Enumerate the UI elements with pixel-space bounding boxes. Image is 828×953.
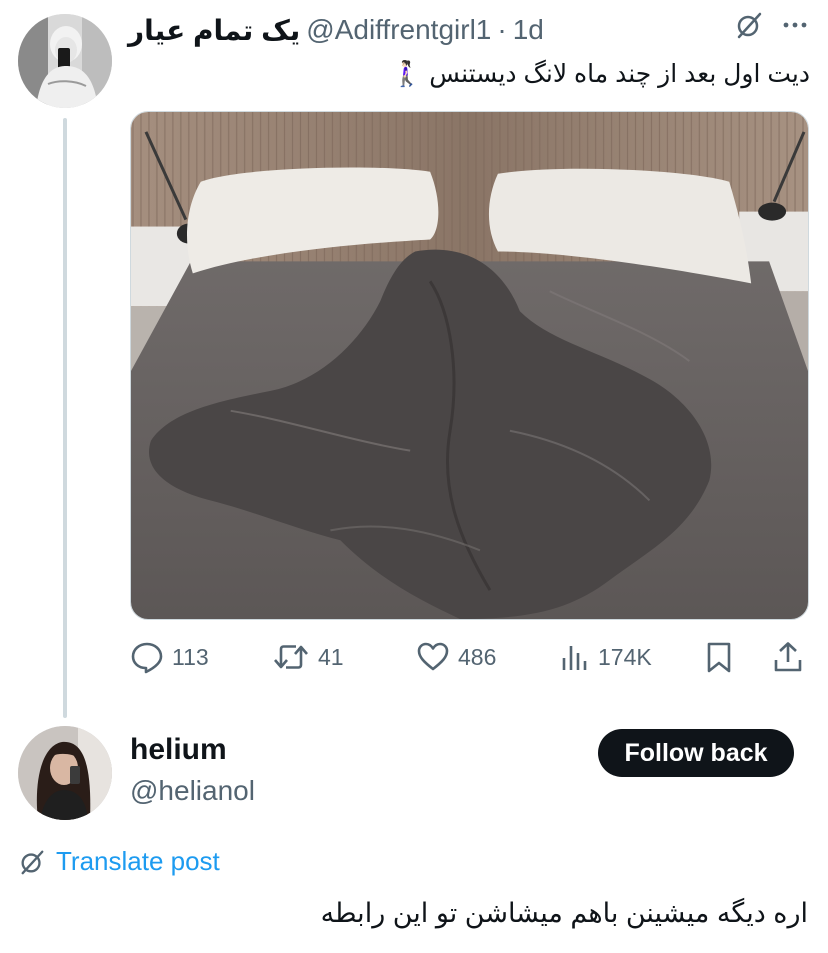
reply-author-avatar[interactable] xyxy=(18,726,112,820)
share-button[interactable] xyxy=(772,636,804,678)
reply-author-handle[interactable]: @helianol xyxy=(130,775,255,807)
reply-icon xyxy=(131,642,163,674)
tweet-header-actions xyxy=(734,10,810,40)
repost-count: 41 xyxy=(318,643,344,670)
repost-icon xyxy=(274,645,308,669)
meta-separator: · xyxy=(497,14,507,45)
tweet-media-photo[interactable] xyxy=(130,111,809,620)
views-button[interactable]: 174K xyxy=(560,636,652,678)
author-avatar[interactable] xyxy=(18,14,112,108)
share-icon xyxy=(774,642,802,672)
repost-button[interactable]: 41 xyxy=(272,636,344,678)
bookmark-button[interactable] xyxy=(704,636,734,678)
tweet-text: دیت اول بعد از چند ماه لانگ دیستنس 🚶🏻‍♀️ xyxy=(391,60,810,88)
like-count: 486 xyxy=(458,643,497,670)
tweet-age[interactable]: 1d xyxy=(513,14,544,46)
follow-back-button[interactable]: Follow back xyxy=(598,729,794,777)
reply-author-name[interactable]: helium xyxy=(130,733,227,767)
grok-icon[interactable] xyxy=(734,10,764,40)
author-avatar-image xyxy=(18,14,112,108)
reply-count: 113 xyxy=(172,643,209,670)
more-icon[interactable] xyxy=(780,10,810,40)
reply-text: اره دیگه میشینن باهم میشاشن تو این رابطه xyxy=(320,898,808,928)
tweet-action-bar: 113 41 486 174K xyxy=(130,636,810,678)
author-display-name[interactable]: یک تمام عیار xyxy=(128,14,300,47)
like-button[interactable]: 486 xyxy=(416,636,496,678)
reply-button[interactable]: 113 xyxy=(130,636,209,678)
thread-connector-line xyxy=(63,118,67,718)
bed-photo-image xyxy=(131,112,808,619)
translate-post-label: Translate post xyxy=(56,846,220,876)
author-handle[interactable]: @Adiffrentgirl1 xyxy=(306,14,491,46)
views-icon xyxy=(562,646,587,670)
like-icon xyxy=(417,642,449,671)
bookmark-icon xyxy=(707,642,731,673)
tweet-header: یک تمام عیار @Adiffrentgirl1 · 1d xyxy=(128,10,808,50)
reply-avatar-image xyxy=(18,726,112,820)
views-count: 174K xyxy=(598,643,652,670)
grok-icon xyxy=(21,850,44,874)
translate-post-link[interactable]: Translate post xyxy=(18,846,220,877)
